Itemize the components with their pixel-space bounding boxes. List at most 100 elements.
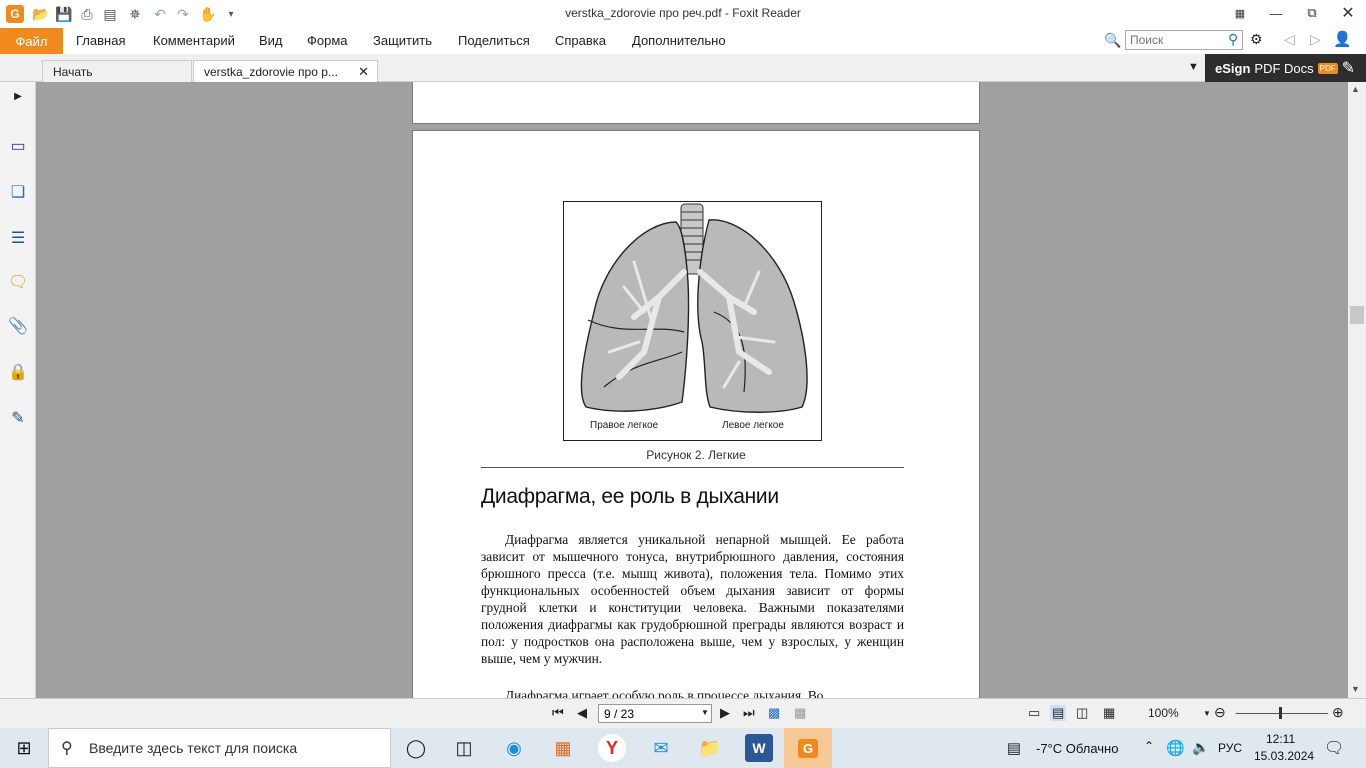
esign-bold: eSign	[1215, 60, 1251, 76]
scroll-up-arrow-icon[interactable]: ▲	[1351, 84, 1360, 94]
status-bar: ⏮ ◀ ▼ ▶ ⏭ ▩ ▩ ▭ ▤ ◫ ▦ 100% ▼ ⊖ ⊕	[0, 698, 1366, 728]
ribbon-menu: Файл Главная Комментарий Вид Форма Защит…	[0, 28, 1366, 54]
document-viewport[interactable]: Правое легкое Левое легкое Рисунок 2. Ле…	[36, 82, 1348, 698]
menu-extra[interactable]: Дополнительно	[632, 33, 726, 48]
tabs-dropdown-icon[interactable]: ▼	[1188, 61, 1199, 73]
menu-share[interactable]: Поделиться	[458, 33, 530, 48]
attachments-icon[interactable]: 📎	[6, 314, 30, 338]
pen-icon: ✎	[1341, 60, 1356, 77]
language-indicator[interactable]: РУС	[1218, 741, 1242, 755]
restore-layout-icon[interactable]: ▦	[1222, 0, 1258, 26]
menu-help[interactable]: Справка	[555, 33, 606, 48]
search-icon: ⚲	[61, 740, 73, 757]
zoom-level[interactable]: 100%	[1148, 706, 1179, 720]
prev-page-icon[interactable]: ◀	[577, 705, 587, 721]
expand-pane-icon[interactable]: ▶	[6, 84, 30, 108]
user-avatar-icon[interactable]: 👤	[1333, 30, 1352, 48]
find-folder-icon[interactable]: 🔍	[1104, 32, 1121, 49]
esign-banner[interactable]: eSign PDF Docs PDF ✎	[1205, 54, 1366, 82]
zoom-slider-track[interactable]	[1236, 713, 1328, 714]
previous-page	[412, 82, 980, 124]
store-icon[interactable]: ▦	[549, 734, 577, 762]
next-page-icon[interactable]: ▶	[720, 705, 730, 721]
section-heading: Диафрагма, ее роль в дыхании	[481, 485, 779, 508]
esign-label: PDF Docs	[1254, 60, 1314, 76]
network-globe-icon[interactable]: 🌐	[1166, 739, 1185, 757]
back-arrow-icon[interactable]: ◁	[1284, 31, 1295, 48]
comments-icon[interactable]: 🗨	[6, 270, 30, 294]
last-page-icon[interactable]: ⏭	[743, 705, 755, 721]
scroll-thumb[interactable]	[1350, 306, 1364, 324]
word-icon[interactable]: W	[745, 734, 773, 762]
zoom-out-icon[interactable]: ⊖	[1214, 704, 1226, 721]
close-button[interactable]: ✕	[1330, 0, 1366, 26]
next-view-icon[interactable]: ▩	[794, 705, 806, 721]
tab-start[interactable]: Начать	[42, 60, 192, 82]
page-number-input[interactable]	[598, 704, 712, 723]
lungs-illustration	[580, 203, 808, 413]
edge-browser-icon[interactable]: ◉	[500, 734, 528, 762]
bookmark-icon[interactable]: ▭	[6, 134, 30, 158]
pages-icon[interactable]: ❏	[6, 180, 30, 204]
weather-text[interactable]: -7°C Облачно	[1036, 741, 1118, 756]
maximize-button[interactable]: ⧉	[1294, 0, 1330, 26]
vertical-scrollbar[interactable]: ▲ ▼	[1348, 82, 1366, 698]
notification-icon[interactable]: 🗨	[1324, 738, 1344, 758]
tab-document-label: verstka_zdorovie про р...	[204, 65, 338, 79]
menu-home[interactable]: Главная	[76, 33, 125, 48]
zoom-in-icon[interactable]: ⊕	[1332, 704, 1344, 721]
search-input[interactable]	[1125, 30, 1243, 50]
signature-icon[interactable]: ✎	[6, 406, 30, 430]
menu-protect[interactable]: Защитить	[373, 33, 432, 48]
windows-start-icon[interactable]: ⊞	[10, 734, 38, 762]
cortana-icon[interactable]: ◯	[402, 734, 430, 762]
taskbar-search[interactable]: ⚲ Введите здесь текст для поиска	[48, 728, 391, 768]
menu-view[interactable]: Вид	[259, 33, 283, 48]
esign-pdf-badge: PDF	[1317, 62, 1338, 74]
page-dropdown-icon[interactable]: ▼	[701, 708, 709, 717]
yandex-browser-icon[interactable]: Y	[598, 734, 626, 762]
file-explorer-icon[interactable]: 📁	[696, 734, 724, 762]
task-view-icon[interactable]: ◫	[450, 734, 478, 762]
forward-arrow-icon[interactable]: ▷	[1310, 31, 1321, 48]
tray-overflow-icon[interactable]: ⌃	[1144, 739, 1154, 753]
menu-form[interactable]: Форма	[307, 33, 348, 48]
clock-date[interactable]: 15.03.2024	[1254, 749, 1314, 763]
left-lung-label: Левое легкое	[722, 420, 784, 431]
menu-comment[interactable]: Комментарий	[153, 33, 235, 48]
paragraph: Диафрагма является уникальной непарной м…	[481, 532, 904, 666]
tab-start-label: Начать	[53, 65, 93, 79]
security-lock-icon[interactable]: 🔒	[6, 360, 30, 384]
zoom-dropdown-icon[interactable]: ▼	[1203, 709, 1211, 718]
previous-view-icon[interactable]: ▩	[768, 705, 780, 721]
single-page-icon[interactable]: ▭	[1028, 705, 1040, 721]
tab-document[interactable]: verstka_zdorovie про р... ✕	[193, 60, 378, 82]
facing-page-icon[interactable]: ◫	[1076, 705, 1088, 721]
taskbar: ⊞ ⚲ Введите здесь текст для поиска ◯ ◫ ◉…	[0, 728, 1366, 768]
file-menu[interactable]: Файл	[0, 28, 63, 54]
minimize-button[interactable]: —	[1258, 0, 1294, 26]
continuous-facing-icon[interactable]: ▦	[1103, 705, 1115, 721]
document-tabs: Начать verstka_zdorovie про р... ✕ ▼ eSig…	[0, 54, 1366, 82]
navigation-pane: ▶ ▭ ❏ ☰ 🗨 📎 🔒 ✎	[0, 82, 36, 698]
settings-gear-icon[interactable]: ⚙	[1250, 31, 1263, 48]
weather-icon[interactable]: ▤	[1000, 734, 1028, 762]
paragraph: Диафрагма играет особую роль в процессе …	[505, 688, 824, 698]
figure-caption: Рисунок 2. Легкие	[646, 448, 746, 462]
search-icon[interactable]: ⚲	[1228, 31, 1238, 48]
layers-icon[interactable]: ☰	[6, 226, 30, 250]
first-page-icon[interactable]: ⏮	[552, 705, 564, 721]
clock-time[interactable]: 12:11	[1266, 732, 1295, 746]
volume-icon[interactable]: 🔈	[1192, 739, 1209, 756]
right-lung-label: Правое легкое	[590, 420, 659, 431]
continuous-page-icon[interactable]: ▤	[1050, 705, 1067, 721]
mail-icon[interactable]: ✉	[647, 734, 675, 762]
foxit-taskbar-item[interactable]: G	[784, 728, 832, 768]
close-tab-icon[interactable]: ✕	[358, 64, 369, 80]
lungs-figure: Правое легкое Левое легкое	[563, 201, 822, 441]
foxit-app-icon: G	[797, 738, 819, 758]
divider	[481, 467, 904, 468]
pdf-page: Правое легкое Левое легкое Рисунок 2. Ле…	[412, 130, 980, 698]
zoom-slider-handle[interactable]	[1279, 707, 1282, 719]
scroll-down-arrow-icon[interactable]: ▼	[1351, 684, 1360, 694]
